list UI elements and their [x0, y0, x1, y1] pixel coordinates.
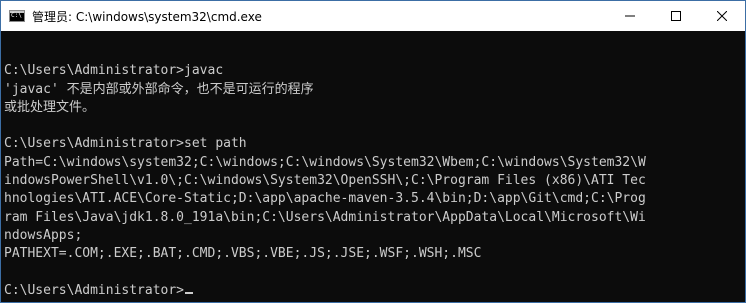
window-controls [607, 1, 745, 31]
console-line: ndowsApps; [4, 227, 83, 243]
minimize-icon [625, 15, 635, 17]
console-line: indowsPowerShell\v1.0\;C:\windows\System… [4, 173, 646, 189]
text-cursor [185, 291, 194, 294]
console-line: Path=C:\windows\system32;C:\windows;C:\w… [4, 154, 646, 170]
title-bar[interactable]: 管理员: C:\windows\system32\cmd.exe [1, 1, 745, 31]
close-icon [717, 11, 727, 21]
prompt-line[interactable]: C:\Users\Administrator> [4, 282, 745, 300]
cmd-icon[interactable] [9, 10, 25, 22]
console-line: 'javac' 不是内部或外部命令，也不是可运行的程序 [4, 81, 314, 97]
minimize-button[interactable] [607, 1, 653, 31]
console-output[interactable]: C:\Users\Administrator>javac 'javac' 不是内… [1, 31, 745, 302]
close-button[interactable] [699, 1, 745, 31]
console-line: 或批处理文件。 [4, 99, 96, 115]
console-line: hnologies\ATI.ACE\Core-Static;D:\app\apa… [4, 191, 646, 207]
maximize-button[interactable] [653, 1, 699, 31]
cmd-window: 管理员: C:\windows\system32\cmd.exe C [0, 0, 746, 303]
console-line: ram Files\Java\jdk1.8.0_191a\bin;C:\User… [4, 209, 646, 225]
console-line: C:\Users\Administrator>set path [4, 136, 247, 152]
maximize-icon [671, 11, 681, 21]
prompt-text: C:\Users\Administrator> [4, 282, 185, 298]
console-line: PATHEXT=.COM;.EXE;.BAT;.CMD;.VBS;.VBE;.J… [4, 246, 482, 262]
console-line: C:\Users\Administrator>javac [4, 63, 224, 79]
window-title: 管理员: C:\windows\system32\cmd.exe [32, 9, 262, 24]
